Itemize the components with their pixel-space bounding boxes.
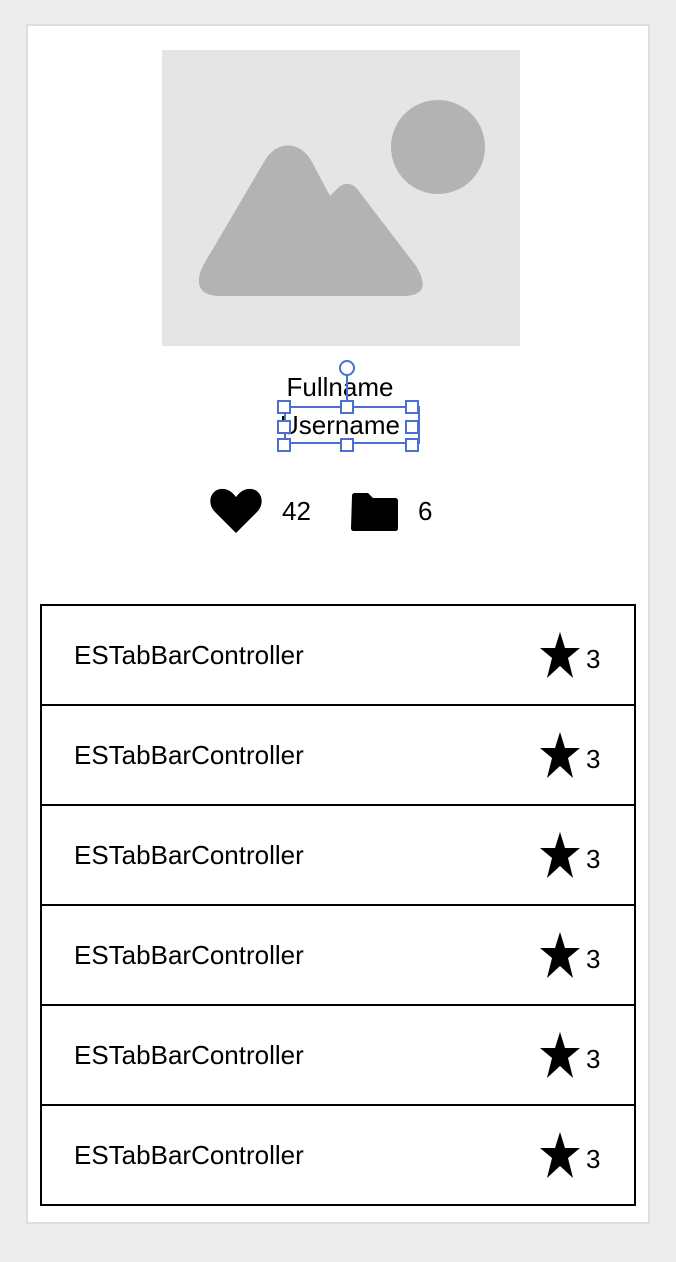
resize-handle-middle-left[interactable] <box>277 420 291 434</box>
fullname-label: Fullname <box>286 372 394 402</box>
list-item[interactable]: ESTabBarController 3 <box>42 706 634 806</box>
star-icon <box>540 932 580 978</box>
list-item[interactable]: ESTabBarController 3 <box>42 906 634 1006</box>
resize-handle-top-right[interactable] <box>405 400 419 414</box>
star-count: 3 <box>586 944 601 974</box>
resize-handle-bottom-center[interactable] <box>340 438 354 452</box>
rotation-handle[interactable] <box>339 360 355 376</box>
repo-name: ESTabBarController <box>74 740 304 770</box>
heart-icon[interactable] <box>210 488 262 534</box>
repo-name: ESTabBarController <box>74 1140 304 1170</box>
star-count: 3 <box>586 1044 601 1074</box>
star-icon <box>540 732 580 778</box>
folders-count: 6 <box>418 496 433 526</box>
profile-stats: 42 6 <box>28 486 652 536</box>
star-icon <box>540 1032 580 1078</box>
repo-name: ESTabBarController <box>74 940 304 970</box>
resize-handle-bottom-right[interactable] <box>405 438 419 452</box>
star-count: 3 <box>586 744 601 774</box>
repo-list: ESTabBarController 3 ESTabBarController … <box>40 604 636 1206</box>
repo-name: ESTabBarController <box>74 1040 304 1070</box>
resize-handle-middle-right[interactable] <box>405 420 419 434</box>
profile-image-placeholder[interactable] <box>162 50 520 346</box>
image-placeholder-icon <box>198 100 485 296</box>
star-count: 3 <box>586 644 601 674</box>
star-icon <box>540 832 580 878</box>
resize-handle-bottom-left[interactable] <box>277 438 291 452</box>
repo-name: ESTabBarController <box>74 840 304 870</box>
list-item[interactable]: ESTabBarController 3 <box>42 806 634 906</box>
star-icon <box>540 632 580 678</box>
resize-handle-top-left[interactable] <box>277 400 291 414</box>
resize-handle-top-center[interactable] <box>340 400 354 414</box>
star-count: 3 <box>586 844 601 874</box>
artboard: Fullname Username 42 6 ESTabBarControlle… <box>26 24 650 1224</box>
star-icon <box>540 1132 580 1178</box>
username-label[interactable]: Username <box>28 410 652 440</box>
folder-icon[interactable] <box>350 492 398 532</box>
list-item[interactable]: ESTabBarController 3 <box>42 606 634 706</box>
likes-count: 42 <box>282 496 311 526</box>
list-item[interactable]: ESTabBarController 3 <box>42 1006 634 1106</box>
repo-name: ESTabBarController <box>74 640 304 670</box>
list-item[interactable]: ESTabBarController 3 <box>42 1106 634 1204</box>
star-count: 3 <box>586 1144 601 1174</box>
